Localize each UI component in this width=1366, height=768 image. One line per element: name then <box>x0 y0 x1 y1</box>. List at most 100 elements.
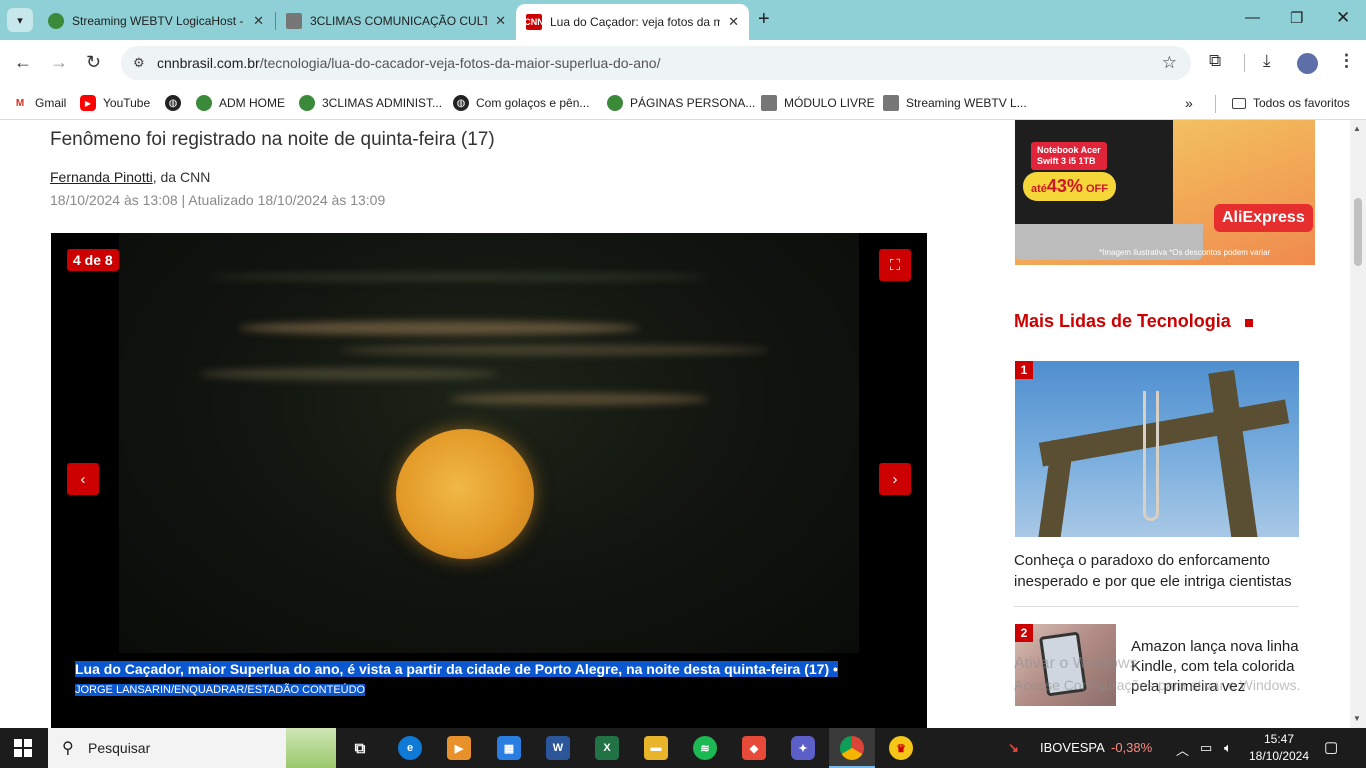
heading-square-icon <box>1245 319 1253 327</box>
url-text[interactable]: cnnbrasil.com.br/tecnologia/lua-do-cacad… <box>157 55 660 71</box>
cnn-icon: CNN <box>524 14 544 30</box>
globe-icon: ◍ <box>165 95 181 111</box>
site-info-icon[interactable]: ⚙ <box>133 55 149 71</box>
excel-icon[interactable]: X <box>595 736 619 760</box>
taskbar-search[interactable]: ⚲ Pesquisar <box>48 728 336 768</box>
cloud-shape <box>339 345 769 355</box>
gallery-credit: JORGE LANSARIN/ENQUADRAR/ESTADÃO CONTEÚD… <box>75 684 366 696</box>
activate-windows-watermark: Ativar o Windows <box>1014 655 1138 672</box>
globe-green-icon <box>48 12 64 29</box>
store-icon[interactable]: ▦ <box>497 736 521 760</box>
cloud-shape <box>449 393 709 405</box>
most-read-1-image[interactable] <box>1015 361 1299 537</box>
menu-icon[interactable]: ⋮ <box>1338 51 1355 71</box>
noose-rope <box>1143 391 1159 521</box>
clapper-icon <box>883 95 899 111</box>
page-scrollbar[interactable]: ▲ ▼ <box>1350 120 1366 728</box>
task-view-icon[interactable]: ⧉ <box>348 736 372 760</box>
bookmark-streaming[interactable]: Streaming WEBTV L... <box>883 93 1027 113</box>
next-photo-button[interactable]: › <box>879 463 911 495</box>
article-dates: 18/10/2024 às 13:08 | Atualizado 18/10/2… <box>50 192 386 208</box>
scrollbar-thumb[interactable] <box>1354 198 1362 266</box>
bookmark-adm-home[interactable]: ADM HOME <box>196 93 285 113</box>
chrome-icon[interactable] <box>840 736 864 760</box>
clock-time: 15:47 <box>1263 732 1295 746</box>
bookmark-golacos[interactable]: ◍ Com golaços e pên... <box>453 93 589 113</box>
anydesk-icon[interactable]: ◆ <box>742 736 766 760</box>
tray-chevron-up-icon[interactable]: ︿ <box>1176 740 1189 759</box>
more-bookmarks-icon[interactable]: » <box>1185 93 1193 113</box>
tab-3climas[interactable]: 3CLIMAS COMUNICAÇÃO CULT ✕ <box>276 5 516 36</box>
media-player-icon[interactable]: ▶ <box>447 736 471 760</box>
bookmark-globe[interactable]: ◍ <box>165 93 188 113</box>
new-tab-button[interactable]: + <box>758 8 770 31</box>
scroll-down-icon[interactable]: ▼ <box>1353 714 1361 723</box>
search-highlight-image <box>286 728 336 768</box>
credit-text: JORGE LANSARIN/ENQUADRAR/ESTADÃO CONTEÚD… <box>75 684 366 696</box>
bookmark-youtube[interactable]: ▶ YouTube <box>80 93 150 113</box>
clapper-icon <box>286 12 302 29</box>
ad-fine-print: *Imagem ilustrativa *Os descontos podem … <box>1099 248 1271 257</box>
extensions-icon[interactable]: ⧉ <box>1209 51 1221 71</box>
globe-green-icon <box>299 95 315 111</box>
word-icon[interactable]: W <box>546 736 570 760</box>
scroll-up-icon[interactable]: ▲ <box>1353 124 1361 133</box>
author-link[interactable]: Fernanda Pinotti <box>50 169 153 185</box>
close-tab-icon[interactable]: ✕ <box>728 14 739 30</box>
bookmark-paginas[interactable]: PÁGINAS PERSONA... <box>607 93 755 113</box>
bookmark-3climas-admin[interactable]: 3CLIMAS ADMINIST... <box>299 93 442 113</box>
moon-shape <box>396 429 534 559</box>
address-bar[interactable]: ⚙ cnnbrasil.com.br/tecnologia/lua-do-cac… <box>121 46 1191 80</box>
url-path: /tecnologia/lua-do-cacador-veja-fotos-da… <box>259 55 661 71</box>
fullscreen-button[interactable]: ⛶ <box>879 249 911 281</box>
app-icon[interactable]: ♛ <box>889 736 913 760</box>
reload-button[interactable]: ↻ <box>86 52 101 73</box>
close-tab-icon[interactable]: ✕ <box>253 13 264 29</box>
edge-icon[interactable]: e <box>398 736 422 760</box>
gmail-icon: M <box>15 97 25 109</box>
clapper-icon <box>761 95 777 111</box>
search-placeholder: Pesquisar <box>88 740 151 756</box>
spotify-icon[interactable]: ≋ <box>693 736 717 760</box>
cloud-shape <box>209 273 709 281</box>
tab-lua-do-cacador[interactable]: CNN Lua do Caçador: veja fotos da m ✕ <box>516 4 749 40</box>
file-explorer-icon[interactable]: ▬ <box>644 736 668 760</box>
system-clock[interactable]: 15:47 18/10/2024 <box>1248 731 1310 765</box>
notifications-icon[interactable]: ▢ <box>1324 738 1338 756</box>
windows-start-icon[interactable] <box>14 739 32 757</box>
close-window-button[interactable]: ✕ <box>1336 8 1350 28</box>
all-bookmarks[interactable]: Todos os favoritos <box>1232 93 1350 113</box>
volume-icon[interactable]: 🔈︎ <box>1224 740 1232 756</box>
network-icon[interactable]: ▭ <box>1200 740 1212 756</box>
bookmark-gmail[interactable]: M Gmail <box>12 93 67 113</box>
rank-badge: 1 <box>1015 361 1033 379</box>
ad-off-prefix: até <box>1031 183 1047 195</box>
article-subtitle: Fenômeno foi registrado na noite de quin… <box>50 129 495 150</box>
restore-button[interactable]: ❐ <box>1290 9 1303 27</box>
copilot-icon[interactable]: ✦ <box>791 736 815 760</box>
ticker-value[interactable]: -0,38% <box>1111 740 1152 755</box>
bookmarks-bar: M Gmail ▶ YouTube ◍ ADM HOME 3CLIMAS ADMIN… <box>0 86 1366 120</box>
gallery-counter: 4 de 8 <box>67 249 119 271</box>
profile-avatar[interactable] <box>1297 53 1318 74</box>
ad-brand-logo: AliExpress <box>1214 204 1313 232</box>
rank-badge: 2 <box>1015 624 1033 642</box>
stocks-icon[interactable]: ↘ <box>1008 740 1019 756</box>
previous-photo-button[interactable]: ‹ <box>67 463 99 495</box>
search-icon: ⚲ <box>62 740 74 757</box>
tab-streaming-webtv[interactable]: Streaming WEBTV LogicaHost - ✕ <box>38 5 274 36</box>
forward-button[interactable]: → <box>50 52 68 73</box>
close-tab-icon[interactable]: ✕ <box>495 13 506 29</box>
download-icon[interactable]: ⤓ <box>1263 51 1271 71</box>
bookmarks-separator <box>1215 95 1216 113</box>
chevron-left-icon: ‹ <box>80 470 86 488</box>
ticker-name[interactable]: IBOVESPA <box>1040 740 1105 755</box>
bookmark-modulo-livre[interactable]: MÓDULO LIVRE <box>761 93 875 113</box>
bookmark-star-icon[interactable]: ☆ <box>1162 53 1177 73</box>
minimize-button[interactable]: — <box>1245 9 1260 26</box>
most-read-1-title[interactable]: Conheça o paradoxo do enforcamento inesp… <box>1014 550 1304 592</box>
gallows-post <box>1208 370 1258 537</box>
back-button[interactable]: ← <box>14 52 32 73</box>
aliexpress-ad[interactable]: Notebook Acer Swift 3 i5 1TB até43% OFF A… <box>1015 120 1315 265</box>
tab-search-button[interactable]: ▾ <box>7 8 33 32</box>
